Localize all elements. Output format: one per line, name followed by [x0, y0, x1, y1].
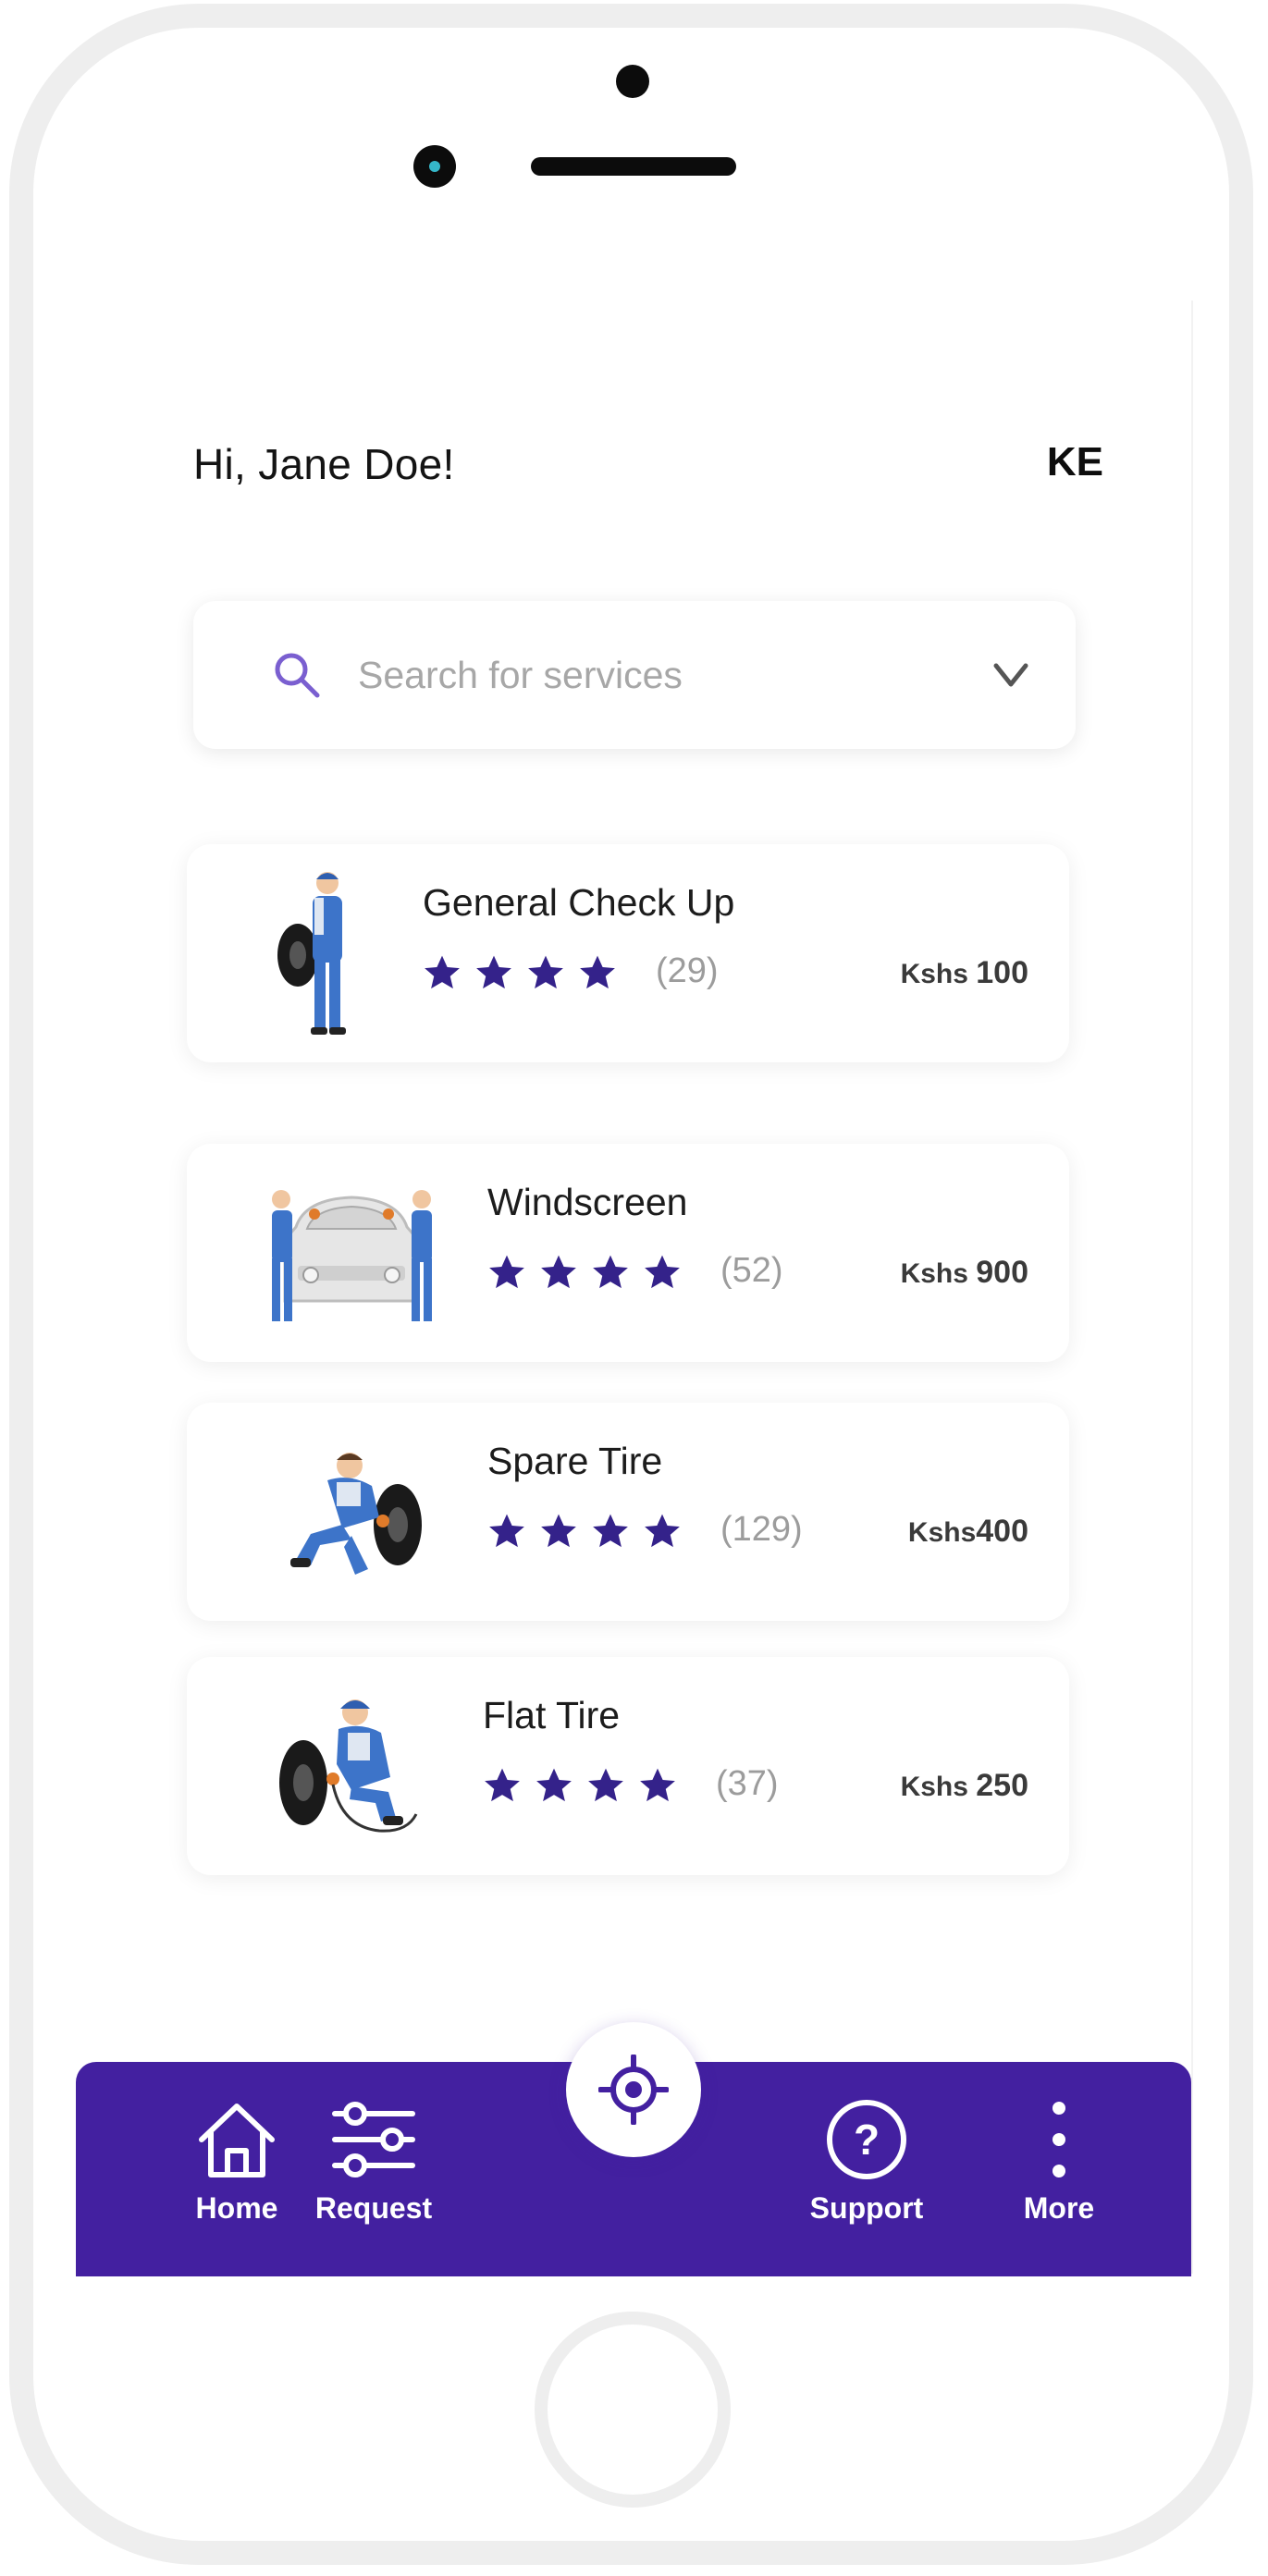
price-currency: Kshs — [900, 1772, 977, 1802]
app-screen: Hi, Jane Doe! KE Search for services Gen… — [76, 301, 1193, 2276]
star-icon — [541, 1514, 576, 1548]
star-icon — [536, 1768, 572, 1802]
service-price: Kshs400 — [908, 1514, 1028, 1550]
star-icon — [593, 1255, 628, 1289]
service-title: General Check Up — [423, 881, 735, 924]
star-icon — [489, 1255, 524, 1289]
star-icon — [580, 955, 615, 989]
price-currency: Kshs — [900, 1258, 977, 1289]
service-price: Kshs 900 — [901, 1255, 1028, 1291]
price-currency: Kshs — [907, 1517, 977, 1548]
country-code[interactable]: KE — [1047, 439, 1103, 485]
star-icon — [588, 1768, 623, 1802]
review-count: (129) — [720, 1510, 803, 1549]
front-camera — [413, 145, 456, 188]
earpiece-speaker — [531, 157, 736, 176]
service-card-flat-tire[interactable]: Flat Tire (37) Kshs 250 — [187, 1657, 1069, 1875]
star-icon — [528, 955, 563, 989]
price-currency: Kshs — [900, 959, 977, 989]
nav-label-more: More — [1023, 2191, 1095, 2225]
mechanic-inflating-tire-illustration — [279, 1699, 418, 1833]
service-title: Flat Tire — [483, 1694, 621, 1736]
greeting-text: Hi, Jane Doe! — [193, 440, 455, 488]
rating-stars — [487, 1253, 682, 1292]
price-amount: 250 — [976, 1768, 1028, 1803]
nav-label-request: Request — [314, 2191, 433, 2225]
star-icon — [645, 1514, 680, 1548]
rating-stars — [423, 953, 617, 992]
mechanic-with-tire-illustration — [277, 872, 346, 1035]
star-icon — [489, 1514, 524, 1548]
star-icon — [476, 955, 511, 989]
price-amount: 100 — [976, 955, 1028, 990]
service-card-spare-tire[interactable]: Spare Tire (129) Kshs400 — [187, 1403, 1069, 1621]
star-icon — [640, 1768, 675, 1802]
nav-item-request[interactable]: Request — [290, 2097, 457, 2254]
chevron-down-icon[interactable] — [991, 656, 1031, 693]
nav-item-more[interactable]: More — [976, 2097, 1142, 2254]
search-input[interactable] — [358, 638, 950, 712]
svg-text:?: ? — [854, 2116, 880, 2164]
more-vertical-icon — [1053, 2102, 1065, 2177]
locate-target-icon — [598, 2055, 669, 2125]
search-icon — [275, 653, 320, 698]
review-count: (52) — [720, 1251, 783, 1290]
service-price: Kshs 100 — [901, 955, 1028, 991]
star-icon — [645, 1255, 680, 1289]
price-amount: 900 — [976, 1255, 1028, 1290]
service-price: Kshs 250 — [901, 1768, 1028, 1804]
help-circle-icon: ? — [827, 2100, 906, 2179]
service-title: Windscreen — [487, 1181, 688, 1223]
home-hardware-button[interactable] — [535, 2312, 731, 2508]
stage: Hi, Jane Doe! KE Search for services Gen… — [0, 0, 1268, 2576]
proximity-sensor — [616, 65, 649, 98]
home-icon — [199, 2104, 275, 2177]
search-bar[interactable] — [193, 601, 1076, 749]
review-count: (29) — [656, 951, 719, 990]
star-icon — [425, 955, 460, 989]
mechanic-kneeling-with-tire-illustration — [290, 1453, 422, 1575]
rating-stars — [483, 1766, 677, 1805]
mechanics-with-car-illustration — [272, 1190, 432, 1321]
nav-item-support[interactable]: ? Support — [783, 2097, 950, 2254]
sliders-icon — [332, 2102, 415, 2177]
service-title: Spare Tire — [487, 1440, 663, 1482]
locate-button[interactable] — [566, 2022, 701, 2157]
service-card-general-check-up[interactable]: General Check Up (29) Kshs 100 — [187, 844, 1069, 1062]
rating-stars — [487, 1512, 682, 1551]
nav-label-support: Support — [809, 2191, 924, 2225]
service-card-windscreen[interactable]: Windscreen (52) Kshs 900 — [187, 1144, 1069, 1362]
star-icon — [541, 1255, 576, 1289]
review-count: (37) — [716, 1764, 779, 1803]
star-icon — [593, 1514, 628, 1548]
star-icon — [485, 1768, 520, 1802]
price-amount: 400 — [976, 1514, 1028, 1549]
